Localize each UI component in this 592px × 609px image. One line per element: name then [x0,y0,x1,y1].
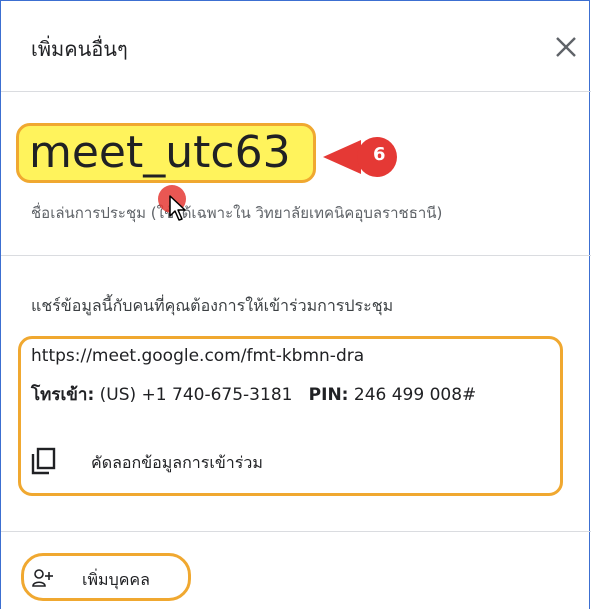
add-people-dialog: เพิ่มคนอื่นๆ meet_utc63 6 ชื่อเล่นการประ… [0,0,591,609]
copy-joining-info-label: คัดลอกข้อมูลการเข้าร่วม [91,453,263,472]
close-button[interactable] [550,31,582,63]
phone-label: โทรเข้า: [31,385,95,405]
step-badge-icon [323,137,397,177]
close-icon [556,37,576,57]
step-number: 6 [373,144,386,165]
mouse-cursor-icon [169,195,186,221]
add-person-button[interactable]: เพิ่มบุคคล [21,553,191,601]
dialog-title: เพิ่มคนอื่นๆ [31,37,128,61]
meeting-nickname: meet_utc63 [29,127,291,178]
pin-value: 246 499 008# [353,385,477,405]
nickname-section: meet_utc63 6 ชื่อเล่นการประชุม (ใช้ได้เฉ… [1,91,591,256]
pin-label: PIN: [308,385,349,405]
add-person-label: เพิ่มบุคคล [82,570,150,589]
copy-icon [31,447,56,475]
phone-number: (US) +1 740-675-3181 [99,385,293,405]
add-person-icon [32,569,53,587]
dial-in-line: โทรเข้า: (US) +1 740-675-3181 PIN: 246 4… [31,381,476,408]
dialog-header: เพิ่มคนอื่นๆ [1,1,591,92]
share-section: แชร์ข้อมูลนี้กับคนที่คุณต้องการให้เข้าร่… [1,256,591,532]
meet-url[interactable]: https://meet.google.com/fmt-kbmn-dra [31,346,364,366]
copy-joining-info-button[interactable]: คัดลอกข้อมูลการเข้าร่วม [29,446,349,476]
share-instructions: แชร์ข้อมูลนี้กับคนที่คุณต้องการให้เข้าร่… [31,296,394,315]
nickname-caption: ชื่อเล่นการประชุม (ใช้ได้เฉพาะใน วิทยาลั… [31,204,443,222]
